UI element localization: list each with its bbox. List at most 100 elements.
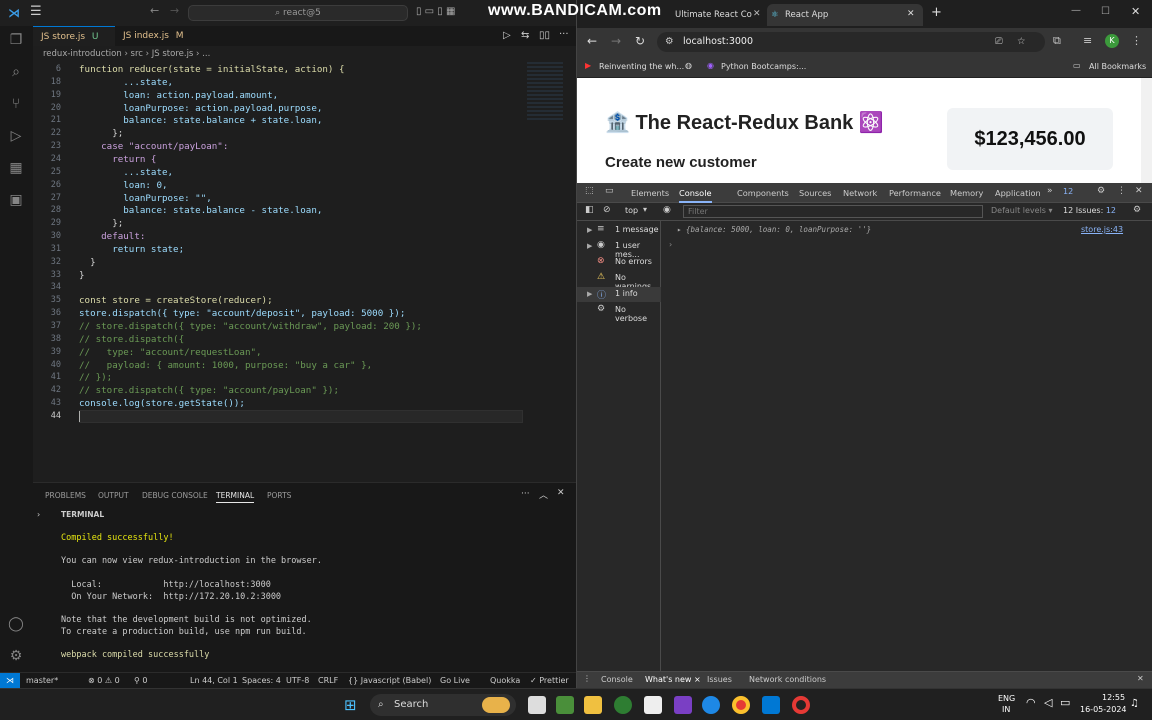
code-editor[interactable]: 6 function reducer(state = initialState, … <box>33 62 576 482</box>
console-filter-input[interactable] <box>683 205 983 218</box>
sidebar-toggle-icon[interactable]: ◧ <box>585 205 594 215</box>
terminal-output[interactable]: Compiled successfully! You can now view … <box>61 533 322 662</box>
clock-date[interactable]: 16-05-2024 <box>1080 705 1127 714</box>
file-explorer-icon[interactable] <box>584 696 602 714</box>
split-editor-icon[interactable]: ▯▯ <box>539 30 550 41</box>
chevron-right-icon[interactable]: › <box>37 510 40 519</box>
sidebar-info[interactable]: 1 info <box>615 289 638 298</box>
tab-ultimate-react[interactable]: Ultimate React Co <box>657 4 765 26</box>
log-levels[interactable]: Default levels ▾ <box>991 206 1053 215</box>
language-mode[interactable]: {} Javascript (Babel) <box>348 673 431 689</box>
bookmark-item[interactable]: Reinventing the wh... <box>599 62 684 71</box>
sidebar-errors[interactable]: No errors <box>615 257 652 266</box>
drawer-tab-network-conditions[interactable]: Network conditions <box>749 675 826 684</box>
install-app-icon[interactable]: ⎚ <box>995 32 1003 52</box>
tab-problems[interactable]: PROBLEMS <box>45 491 86 500</box>
maximize-panel-icon[interactable]: ︿ <box>539 488 548 501</box>
line-ending[interactable]: CRLF <box>318 673 338 689</box>
tab-debug-console[interactable]: DEBUG CONSOLE <box>142 491 208 500</box>
problems-count[interactable]: ⊗ 0 ⚠ 0 <box>88 673 120 689</box>
reading-list-icon[interactable]: ≡ <box>1083 34 1092 47</box>
layout-toggle-icon[interactable]: ▯ ▭ ▯ ▦ <box>416 6 455 17</box>
clock-time[interactable]: 12:55 <box>1102 693 1125 702</box>
sidebar-verbose[interactable]: No verbose <box>615 305 660 323</box>
site-info-icon[interactable]: ⚙ <box>665 32 674 52</box>
expand-arrow-icon[interactable]: ▶ <box>587 242 592 250</box>
tab-elements[interactable]: Elements <box>631 188 669 198</box>
store-icon[interactable] <box>556 696 574 714</box>
tab-ports[interactable]: PORTS <box>267 491 291 500</box>
language-region[interactable]: IN <box>1002 705 1010 714</box>
tab-react-app[interactable]: ⚛ React App <box>767 4 923 26</box>
quokka[interactable]: Quokka <box>490 673 520 689</box>
edge-icon[interactable] <box>702 696 720 714</box>
indentation[interactable]: Spaces: 4 <box>242 673 281 689</box>
tab-console[interactable]: Console <box>679 188 712 203</box>
tab-memory[interactable]: Memory <box>950 188 983 198</box>
notes-icon[interactable] <box>644 696 662 714</box>
maximize-icon[interactable]: ☐ <box>1101 6 1110 17</box>
address-bar[interactable]: ⚙ localhost:3000 ⎚ ☆ <box>657 32 1045 52</box>
explorer-icon[interactable]: ❐ <box>6 30 26 50</box>
close-tab-icon[interactable]: ✕ <box>753 9 761 19</box>
xbox-icon[interactable] <box>614 696 632 714</box>
remote-explorer-icon[interactable]: ▣ <box>6 190 26 210</box>
tab-output[interactable]: OUTPUT <box>98 491 129 500</box>
more-icon[interactable]: ··· <box>521 489 530 499</box>
git-branch[interactable]: master* <box>26 673 58 689</box>
prettier[interactable]: ✓ Prettier <box>530 673 569 689</box>
search-icon[interactable]: ⌕ <box>6 62 26 82</box>
go-live[interactable]: Go Live <box>440 673 470 689</box>
windows-start-icon[interactable]: ⊞ <box>344 696 357 714</box>
new-tab-icon[interactable]: + <box>931 5 942 20</box>
kebab-menu-icon[interactable]: ⋮ <box>1117 186 1126 196</box>
back-icon[interactable]: ← <box>587 34 597 48</box>
inspect-icon[interactable]: ⬚ <box>585 186 594 196</box>
drawer-menu-icon[interactable]: ⋮ <box>583 674 591 683</box>
issues-badge[interactable]: 12 <box>1063 187 1073 196</box>
issues-summary[interactable]: 12 Issues: 12 <box>1063 206 1116 215</box>
back-arrow-icon[interactable]: ← <box>150 4 159 17</box>
breadcrumb[interactable]: redux-introduction › src › JS store.js ›… <box>33 46 576 62</box>
chrome-menu-icon[interactable]: ⋮ <box>1131 34 1142 47</box>
close-tab-icon[interactable]: ✕ <box>907 9 915 19</box>
extensions-icon[interactable]: ▦ <box>6 158 26 178</box>
cursor-position[interactable]: Ln 44, Col 1 <box>190 673 238 689</box>
tab-application[interactable]: Application <box>995 188 1041 198</box>
tab-sources[interactable]: Sources <box>799 188 831 198</box>
close-window-icon[interactable]: ✕ <box>1131 5 1140 18</box>
ports-count[interactable]: ⚲ 0 <box>134 673 148 689</box>
console-prompt-icon[interactable]: › <box>669 240 672 249</box>
run-debug-icon[interactable]: ▷ <box>6 126 26 146</box>
tab-terminal[interactable]: TERMINAL <box>216 491 255 503</box>
taskbar-search[interactable]: ⌕ Search <box>370 694 516 716</box>
task-view-icon[interactable] <box>528 696 546 714</box>
command-center-search[interactable]: ⌕ react@5 <box>188 5 408 21</box>
battery-icon[interactable]: ▭ <box>1060 696 1070 709</box>
tab-store-js[interactable]: JS store.js U <box>33 26 115 46</box>
compare-icon[interactable]: ⇆ <box>521 30 529 41</box>
tab-components[interactable]: Components <box>737 188 789 198</box>
menu-icon[interactable]: ☰ <box>30 4 42 19</box>
context-select[interactable]: top <box>625 206 638 215</box>
tab-performance[interactable]: Performance <box>889 188 941 198</box>
expand-arrow-icon[interactable]: ▶ <box>587 226 592 234</box>
encoding[interactable]: UTF-8 <box>286 673 309 689</box>
forward-icon[interactable]: → <box>611 34 621 48</box>
minimize-icon[interactable]: — <box>1071 5 1081 16</box>
source-control-icon[interactable]: ⑂ <box>6 94 26 114</box>
close-devtools-icon[interactable]: ✕ <box>1135 186 1143 196</box>
bookmark-star-icon[interactable]: ☆ <box>1017 32 1026 52</box>
settings-gear-icon[interactable]: ⚙ <box>1097 186 1105 196</box>
account-icon[interactable]: ◯ <box>6 614 26 634</box>
settings-gear-icon[interactable]: ⚙ <box>6 646 26 666</box>
notification-icon[interactable]: ♫ <box>1130 698 1139 709</box>
page-scrollbar[interactable] <box>1141 78 1152 183</box>
app-icon[interactable] <box>674 696 692 714</box>
chrome-icon[interactable] <box>732 696 750 714</box>
tab-network[interactable]: Network <box>843 188 877 198</box>
console-log-entry[interactable]: ▸ {balance: 5000, loan: 0, loanPurpose: … <box>677 225 871 234</box>
wifi-icon[interactable]: ◠ <box>1026 696 1036 709</box>
eye-icon[interactable]: ◉ <box>663 205 671 215</box>
all-bookmarks[interactable]: All Bookmarks <box>1089 62 1146 71</box>
